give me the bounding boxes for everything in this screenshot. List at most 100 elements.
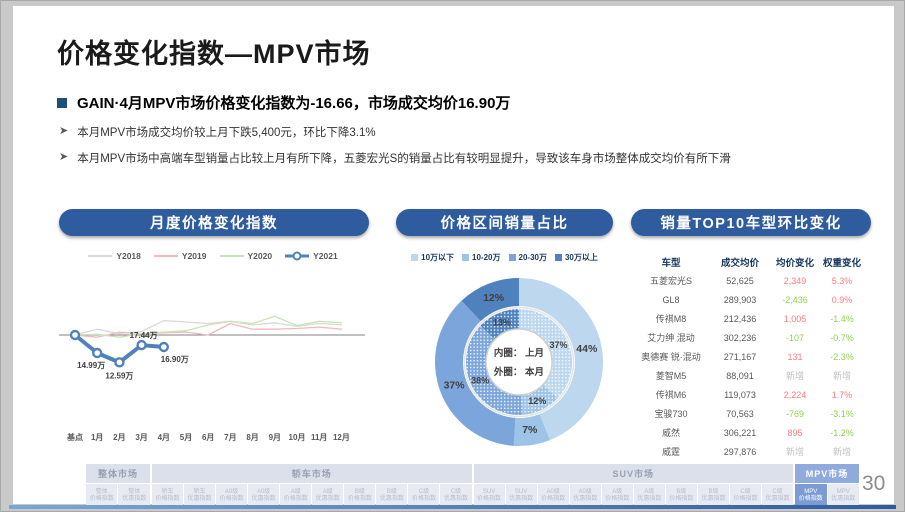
nav-item-A0级-价格指数[interactable]: A0级价格指数	[538, 484, 569, 507]
cell-price-change: 2,224	[771, 390, 819, 400]
cell-avg-price: 70,563	[709, 409, 771, 419]
cell-model: GL8	[633, 295, 709, 305]
legend-label: Y2018	[116, 251, 141, 261]
nav-item-SUV-优惠指数[interactable]: SUV优惠指数	[506, 484, 537, 507]
slice-label: 13%	[493, 318, 511, 328]
cell-weight-change: -3.1%	[819, 409, 865, 419]
nav-group-header[interactable]: 整体市场	[86, 464, 150, 483]
cell-model: 传祺M8	[633, 312, 709, 325]
cell-model: 奥德赛 锐·混动	[633, 350, 709, 363]
x-axis-label: 5月	[180, 433, 192, 442]
cell-price-change: -107	[771, 333, 819, 343]
donut-chart-legend: 10万以下10-20万20-30万30万以上	[396, 252, 613, 263]
nav-item-C级-优惠指数[interactable]: C级优惠指数	[440, 484, 471, 507]
cell-avg-price: 302,236	[709, 333, 771, 343]
nav-group-header[interactable]: MPV市场	[795, 464, 859, 483]
bullet-text: 本月MPV市场成交均价较上月下跌5,400元，环比下降3.1%	[77, 124, 375, 140]
market-nav: 整体市场整体价格指数整体优惠指数轿车市场轿车价格指数轿车优惠指数A0级价格指数A…	[86, 464, 859, 507]
cell-model: 传祺M6	[633, 388, 709, 401]
nav-item-C级-优惠指数[interactable]: C级优惠指数	[762, 484, 793, 507]
page-number: 30	[862, 472, 885, 496]
nav-item-line1: C级	[772, 489, 782, 496]
nav-item-A级-优惠指数[interactable]: A级优惠指数	[312, 484, 343, 507]
series-Y2021-point	[71, 331, 79, 339]
table-row: 传祺M6119,0732,2241.7%	[633, 385, 865, 404]
x-axis-label: 9月	[269, 433, 281, 442]
nav-item-line1: A0级	[579, 489, 592, 496]
cell-model: 菱智M5	[633, 369, 709, 382]
legend-line-swatch	[88, 252, 112, 261]
nav-item-轿车-价格指数[interactable]: 轿车价格指数	[152, 484, 183, 507]
nav-item-line1: SUV	[515, 489, 527, 496]
nav-item-A0级-优惠指数[interactable]: A0级优惠指数	[248, 484, 279, 507]
bullet-item: ➤ 本月MPV市场成交均价较上月下跌5,400元，环比下降3.1%	[59, 124, 376, 140]
slice-label: 7%	[522, 424, 538, 436]
nav-item-整体-价格指数[interactable]: 整体价格指数	[86, 484, 117, 507]
price-range-donut-chart: 44%7%37%12%37%12%38%13%内圈： 上月外圈： 本月	[401, 274, 637, 452]
x-axis-label: 2月	[113, 433, 125, 442]
nav-item-line2: 优惠指数	[444, 496, 468, 503]
nav-item-C级-价格指数[interactable]: C级价格指数	[408, 484, 439, 507]
table-row: 艾力绅 混动302,236-107-0.7%	[633, 328, 865, 347]
nav-item-C级-价格指数[interactable]: C级价格指数	[730, 484, 761, 507]
nav-group-SUV市场: SUV市场SUV价格指数SUV优惠指数A0级价格指数A0级优惠指数A级价格指数A…	[474, 464, 794, 507]
nav-item-A级-价格指数[interactable]: A级价格指数	[602, 484, 633, 507]
cell-model: 威然	[633, 426, 709, 439]
slide: 价格变化指数—MPV市场 GAIN·4月MPV市场价格变化指数为-16.66，市…	[13, 6, 894, 504]
nav-item-line1: A级	[644, 489, 654, 496]
nav-group-MPV市场: MPV市场MPV价格指数MPV优惠指数	[795, 464, 859, 507]
legend-item: 10-20万	[462, 252, 500, 263]
nav-item-line1: MPV	[837, 489, 850, 496]
nav-item-B级-价格指数[interactable]: B级价格指数	[666, 484, 697, 507]
data-label: 14.99万	[77, 361, 105, 370]
legend-item: 20-30万	[509, 252, 547, 263]
nav-item-line2: 优惠指数	[509, 496, 533, 503]
cell-avg-price: 289,903	[709, 295, 771, 305]
arrow-bullet-icon: ➤	[59, 150, 68, 164]
column-header: 权重变化	[819, 255, 865, 269]
nav-item-MPV-价格指数[interactable]: MPV价格指数	[795, 484, 826, 507]
headline-text: GAIN·4月MPV市场价格变化指数为-16.66，市场成交均价16.90万	[77, 92, 510, 113]
cell-avg-price: 212,436	[709, 314, 771, 324]
table-row: 传祺M8212,4361,005-1.4%	[633, 309, 865, 328]
nav-group-header[interactable]: SUV市场	[474, 464, 794, 483]
nav-item-line2: 价格指数	[90, 496, 114, 503]
cell-avg-price: 119,073	[709, 390, 771, 400]
cell-weight-change: -2.3%	[819, 352, 865, 362]
legend-item: 10万以下	[411, 252, 454, 263]
arrow-bullet-icon: ➤	[59, 124, 68, 138]
nav-item-line1: A0级	[257, 489, 270, 496]
nav-item-line2: 价格指数	[477, 496, 501, 503]
slice-label: 44%	[576, 343, 598, 355]
nav-item-A级-优惠指数[interactable]: A级优惠指数	[634, 484, 665, 507]
cell-avg-price: 271,167	[709, 352, 771, 362]
nav-item-整体-优惠指数[interactable]: 整体优惠指数	[118, 484, 149, 507]
nav-item-SUV-价格指数[interactable]: SUV价格指数	[474, 484, 505, 507]
cell-weight-change: 新增	[819, 445, 865, 458]
bottom-accent-bar	[9, 505, 896, 509]
nav-item-line2: 优惠指数	[701, 496, 725, 503]
nav-item-line1: A0级	[225, 489, 238, 496]
nav-item-line2: 优惠指数	[573, 496, 597, 503]
nav-item-B级-优惠指数[interactable]: B级优惠指数	[698, 484, 729, 507]
nav-item-line1: 整体	[96, 489, 108, 496]
slide-viewport: 价格变化指数—MPV市场 GAIN·4月MPV市场价格变化指数为-16.66，市…	[0, 0, 905, 512]
nav-item-A0级-优惠指数[interactable]: A0级优惠指数	[570, 484, 601, 507]
cell-model: 艾力绅 混动	[633, 331, 709, 344]
nav-group-header[interactable]: 轿车市场	[152, 464, 472, 483]
donut-center	[486, 329, 552, 395]
nav-item-B级-优惠指数[interactable]: B级优惠指数	[376, 484, 407, 507]
data-label: 16.90万	[161, 355, 189, 364]
series-Y2021-point	[115, 358, 123, 366]
nav-item-B级-价格指数[interactable]: B级价格指数	[344, 484, 375, 507]
nav-group-整体市场: 整体市场整体价格指数整体优惠指数	[86, 464, 150, 507]
slice-label: 38%	[471, 375, 489, 385]
cell-avg-price: 297,876	[709, 447, 771, 457]
legend-label: Y2020	[248, 251, 273, 261]
nav-item-A级-价格指数[interactable]: A级价格指数	[280, 484, 311, 507]
nav-item-A0级-价格指数[interactable]: A0级价格指数	[216, 484, 247, 507]
nav-item-line2: 优惠指数	[637, 496, 661, 503]
nav-item-轿车-优惠指数[interactable]: 轿车优惠指数	[184, 484, 215, 507]
nav-item-MPV-优惠指数[interactable]: MPV优惠指数	[828, 484, 859, 507]
nav-group-轿车市场: 轿车市场轿车价格指数轿车优惠指数A0级价格指数A0级优惠指数A级价格指数A级优惠…	[152, 464, 472, 507]
